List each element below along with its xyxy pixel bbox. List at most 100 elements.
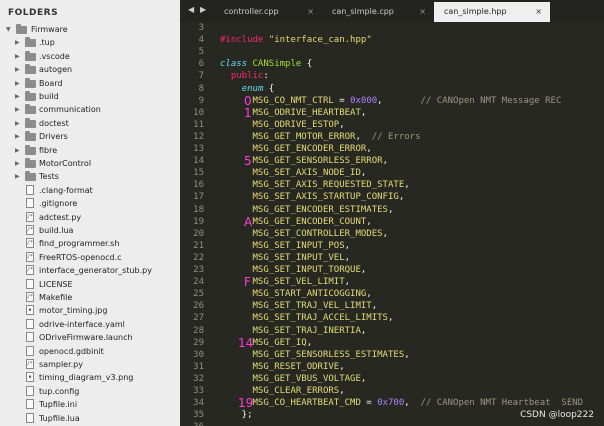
code-token: , (404, 180, 410, 191)
folder-label: Drivers (39, 132, 68, 142)
chevron-right-icon[interactable]: ▶ (15, 103, 20, 116)
chevron-right-icon[interactable]: ▶ (15, 63, 20, 76)
chevron-right-icon[interactable]: ▶ (15, 170, 20, 183)
code-text: MSG_START_ANTICOGGING, (220, 288, 372, 300)
folder-row[interactable]: ▶ .vscode (0, 50, 180, 63)
tab-can-simple-cpp[interactable]: can_simple.cpp × (322, 2, 434, 22)
code-token: , (371, 301, 378, 312)
code-token: , (355, 131, 372, 142)
folder-row[interactable]: ▶ .tup (0, 36, 180, 49)
folder-row[interactable]: ▶ Tests (0, 170, 180, 183)
file-label: Tupfile.ini (39, 400, 78, 410)
code-token: class (220, 59, 248, 70)
code-token: , (382, 228, 388, 239)
file-row[interactable]: /* sampler.py (0, 358, 180, 371)
folder-row[interactable]: ▶ fibre (0, 144, 180, 157)
code-token: MSG_SET_INPUT_TORQUE (252, 265, 361, 275)
line-number: 25 (193, 289, 204, 300)
file-row[interactable]: /* build.lua (0, 224, 180, 237)
file-label: adctest.py (39, 212, 82, 222)
chevron-right-icon[interactable]: ▶ (15, 130, 20, 143)
tab-controller-cpp[interactable]: controller.cpp × (214, 2, 322, 22)
file-row[interactable]: LICENSE (0, 278, 180, 291)
watermark: CSDN @loop222 (520, 410, 594, 420)
folder-row[interactable]: ▶ autogen (0, 63, 180, 76)
chevron-right-icon[interactable]: ▶ (15, 117, 20, 130)
line-number: 32 (193, 373, 204, 384)
code-file-icon: /* (26, 251, 34, 262)
close-icon[interactable]: × (307, 2, 314, 22)
folder-icon (25, 91, 36, 101)
code-token: #include (220, 35, 269, 46)
line-number: 31 (193, 361, 204, 372)
folder-row-root[interactable]: ▼ Firmware (0, 23, 180, 36)
chevron-right-icon[interactable]: ▶ (15, 90, 20, 103)
code-line: 16 MSG_SET_AXIS_REQUESTED_STATE, (180, 179, 604, 191)
code-token: , (382, 156, 388, 167)
code-text: MSG_GET_SENSORLESS_ESTIMATES, (220, 349, 410, 361)
code-token: "interface_can.hpp" (268, 35, 372, 46)
file-row[interactable]: /* adctest.py (0, 211, 180, 224)
file-row[interactable]: /* interface_generator_stub.py (0, 264, 180, 277)
line-number: 11 (193, 119, 204, 130)
code-file-icon: /* (26, 359, 34, 369)
folder-row[interactable]: ▶ communication (0, 103, 180, 116)
tab-can-simple-hpp[interactable]: can_simple.hpp × (434, 2, 550, 22)
code-token: MSG_ODRIVE_HEARTBEAT (252, 107, 361, 118)
chevron-down-icon[interactable]: ▼ (6, 23, 11, 36)
code-text: public: (220, 70, 269, 82)
folder-row[interactable]: ▶ build (0, 90, 180, 103)
file-row[interactable]: .clang-format (0, 184, 180, 197)
line-number: 3 (198, 23, 204, 33)
code-token: , (387, 313, 394, 324)
file-row[interactable]: odrive-interface.yaml (0, 318, 180, 331)
folder-row[interactable]: ▶ doctest (0, 117, 180, 130)
file-row[interactable]: /* FreeRTOS-openocd.c (0, 251, 180, 264)
folder-icon (25, 117, 36, 128)
line-number: 29 (193, 337, 204, 348)
code-token: MSG_SET_TRAJ_VEL_LIMIT (252, 301, 372, 312)
line-number: 34 (193, 398, 204, 409)
code-token: , (344, 277, 351, 288)
code-token: 0x000 (350, 95, 378, 106)
folder-icon (25, 144, 36, 155)
line-number: 19 (193, 216, 204, 227)
folder-row[interactable]: ▶ Board (0, 77, 180, 90)
file-row[interactable]: tup.config (0, 385, 180, 398)
file-row[interactable]: ▪ timing_diagram_v3.png (0, 371, 180, 384)
chevron-right-icon[interactable]: ▶ (15, 36, 20, 49)
file-row[interactable]: openocd.gdbinit (0, 345, 180, 358)
image-file-icon: ▪ (26, 305, 34, 316)
file-row[interactable]: Tupfile.ini (0, 398, 180, 411)
file-row[interactable]: .gitignore (0, 197, 180, 210)
annotation-mark: 19 (238, 396, 254, 411)
close-icon[interactable]: × (419, 2, 426, 22)
code-line: 6 class CANSimple { (180, 58, 604, 70)
file-row[interactable]: ▪ motor_timing.jpg (0, 304, 180, 317)
code-token: MSG_RESET_ODRIVE (252, 361, 340, 372)
chevron-right-icon[interactable]: ▶ (15, 157, 20, 170)
tab-scroll-left-icon[interactable]: ◀ (188, 5, 194, 14)
chevron-right-icon[interactable]: ▶ (15, 50, 20, 63)
file-row[interactable]: Tupfile.lua (0, 412, 180, 425)
close-icon[interactable]: × (535, 2, 542, 22)
folder-row[interactable]: ▶ Drivers (0, 130, 180, 143)
code-editor[interactable]: 3 4 #include "interface_can.hpp" 5 6 class CA… (180, 22, 604, 426)
chevron-right-icon[interactable]: ▶ (15, 144, 20, 157)
file-label: LICENSE (39, 279, 73, 289)
code-line: 25 MSG_START_ANTICOGGING, (180, 288, 604, 300)
code-text: MSG_SET_AXIS_STARTUP_CONFIG, (220, 191, 405, 203)
file-row[interactable]: ODriveFirmware.launch (0, 331, 180, 344)
chevron-right-icon[interactable]: ▶ (15, 77, 20, 90)
file-label: FreeRTOS-openocd.c (39, 252, 122, 262)
folder-row[interactable]: ▶ MotorControl (0, 157, 180, 170)
code-token: MSG_SET_TRAJ_INERTIA (252, 325, 361, 336)
file-row[interactable]: /* find_programmer.sh (0, 237, 180, 250)
tab-scroll-right-icon[interactable]: ▶ (200, 5, 206, 14)
code-token: MSG_SET_AXIS_NODE_ID (252, 168, 361, 179)
file-row[interactable]: /* Makefile (0, 291, 180, 304)
code-token: // Errors (371, 131, 421, 142)
code-text: MSG_SET_INPUT_TORQUE, (220, 264, 367, 276)
